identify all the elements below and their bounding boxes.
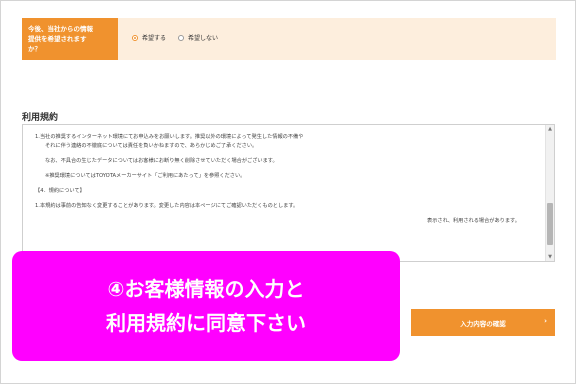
scroll-up-icon[interactable]: ▲ xyxy=(546,125,554,133)
info-preference-label: 今後、当社からの情報 提供を希望されます か？ xyxy=(22,18,118,60)
instruction-callout: ④お客様情報の入力と 利用規約に同意下さい xyxy=(12,251,400,361)
radio-selected-icon[interactable] xyxy=(132,34,138,41)
radio-label-wish: 希望する xyxy=(142,35,167,42)
callout-line-2: 利用規約に同意下さい xyxy=(106,311,306,335)
radio-option-no-wish[interactable]: 希望しない xyxy=(178,33,218,42)
pref-label-line-1: 今後、当社からの情報 xyxy=(28,25,93,33)
terms-textarea[interactable]: 1.当社の推奨するインターネット環境にてお申込みをお願いします。推奨以外の環境に… xyxy=(22,124,555,262)
terms-title: 利用規約 xyxy=(22,113,59,123)
radio-option-wish[interactable]: 希望する xyxy=(132,33,166,42)
callout-line-1: ④お客様情報の入力と xyxy=(107,277,305,301)
terms-line: ※推奨環境についてはTOYOTAメーカーサイト「ご利用にあたって」を参照ください… xyxy=(45,173,246,179)
preference-radio-group: 希望する 希望しない xyxy=(132,33,230,42)
scroll-thumb[interactable] xyxy=(547,203,553,245)
terms-line: 1.当社の推奨するインターネット環境にてお申込みをお願いします。推奨以外の環境に… xyxy=(35,134,304,140)
terms-content: 1.当社の推奨するインターネット環境にてお申込みをお願いします。推奨以外の環境に… xyxy=(35,133,543,226)
terms-line: 1.本規約は事前の告知なく変更することがあります。変更した内容は本ページにてご確… xyxy=(35,203,299,209)
info-preference-row: 今後、当社からの情報 提供を希望されます か？ 希望する 希望しない xyxy=(22,18,556,60)
confirm-input-button[interactable]: 入力内容の確認 › xyxy=(411,309,555,336)
pref-label-line-3: か？ xyxy=(28,45,41,53)
terms-scrollbar[interactable]: ▲ ▼ xyxy=(545,125,554,261)
scroll-down-icon[interactable]: ▼ xyxy=(546,253,554,261)
chevron-right-icon: › xyxy=(544,317,547,325)
radio-label-no-wish: 希望しない xyxy=(188,35,219,42)
pref-label-line-2: 提供を希望されます xyxy=(28,35,87,43)
terms-line: 表示され、利用される場合があります。 xyxy=(427,218,520,224)
radio-unselected-icon[interactable] xyxy=(178,34,185,41)
terms-section-heading: 【4．規約について】 xyxy=(35,188,85,194)
terms-line: それに伴う連絡の不徹底については責任を負いかねますので、あらかじめご了承ください… xyxy=(45,143,258,149)
terms-line: なお、不具合の生じたデータについてはお客様にお断り無く削除させていただく場合がご… xyxy=(45,158,278,164)
confirm-button-label: 入力内容の確認 xyxy=(460,319,506,328)
